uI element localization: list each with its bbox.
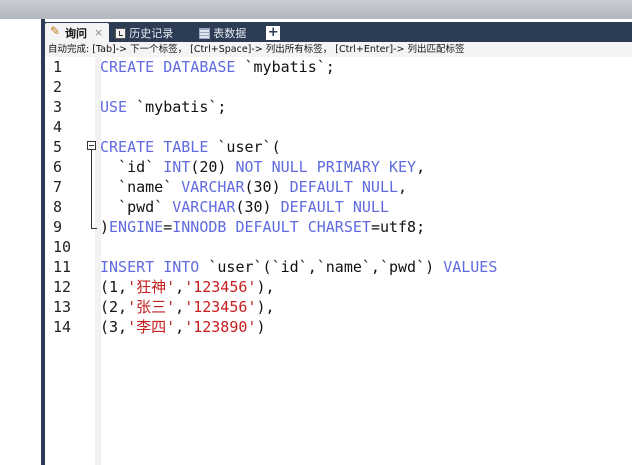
code-line[interactable]: 8 `pwd` VARCHAR(30) DEFAULT NULL [45,197,632,217]
sql-string: '123456' [184,298,257,316]
sql-text: `user`(`id`,`name`,`pwd`) [199,258,444,276]
sql-keyword: INT [163,158,191,176]
sql-keyword: DEFAULT NULL [280,198,389,216]
tab-query-label: 询问 [65,26,87,40]
line-number: 14 [53,318,72,336]
line-number: 2 [53,78,63,96]
sql-keyword: INNODB DEFAULT CHARSET [172,218,371,236]
tab-query[interactable]: 询问 × [45,23,110,42]
code-line[interactable]: 11 INSERT INTO `user`(`id`,`name`,`pwd`) … [45,257,632,277]
code-text: (2,'张三','123456'), [100,297,275,317]
line-number: 3 [53,98,63,116]
sql-text: (2, [100,298,128,316]
code-text: INSERT INTO `user`(`id`,`name`,`pwd`) VA… [100,257,497,277]
sql-string: '狂神' [127,278,176,296]
sql-text: (30) [235,198,281,216]
sql-text: ) [256,318,266,336]
line-number: 7 [53,178,63,196]
sql-string: '张三' [127,298,176,316]
window-chrome [0,0,632,19]
code-text: `id` INT(20) NOT NULL PRIMARY KEY, [100,157,425,177]
code-line[interactable]: 7 `name` VARCHAR(30) DEFAULT NULL, [45,177,632,197]
sql-text: (30) [244,178,290,196]
sql-keyword: CREATE TABLE [100,138,209,156]
code-line[interactable]: 12 (1,'狂神','123456'), [45,277,632,297]
autocomplete-hint: 自动完成: [Tab]-> 下一个标签， [Ctrl+Space]-> 列出所有… [45,42,632,57]
code-text: `pwd` VARCHAR(30) DEFAULT NULL [100,197,389,217]
sql-keyword: VARCHAR [172,198,236,216]
line-number: 4 [53,118,63,136]
code-line[interactable]: 5 CREATE TABLE `user`( [45,137,632,157]
sql-text: =utf8; [370,218,426,236]
sql-text: , [175,278,185,296]
sql-text: (20) [190,158,236,176]
sql-text: , [175,318,185,336]
code-text: USE `mybatis`; [100,97,226,117]
code-line[interactable]: 1 CREATE DATABASE `mybatis`; [45,57,632,77]
line-number: 12 [53,278,72,296]
sql-text: `mybatis`; [127,98,227,116]
sql-text: , [416,158,426,176]
sql-keyword: ENGINE [109,218,164,236]
code-line[interactable]: 3 USE `mybatis`; [45,97,632,117]
sql-keyword: CREATE DATABASE [100,58,236,76]
sql-text: ) [100,218,110,236]
tab-table-data-label: 表数据 [213,27,247,40]
line-number: 10 [53,238,72,256]
tab-history-label: 历史记录 [129,27,174,40]
sql-text: `name` [100,178,182,196]
code-text: `name` VARCHAR(30) DEFAULT NULL, [100,177,407,197]
tab-bar: 询问 × 历史记录 表数据 + [45,22,632,42]
sql-editor[interactable]: 1 CREATE DATABASE `mybatis`; 2 3 USE `mybati… [45,57,632,465]
line-number: 5 [53,138,63,156]
sql-text: , [398,178,408,196]
code-text: CREATE TABLE `user`( [100,137,281,157]
pencil-icon [50,24,62,38]
sql-keyword: VARCHAR [181,178,245,196]
line-number: 9 [53,218,63,236]
sql-string: '123456' [184,278,257,296]
sql-text: (3, [100,318,128,336]
sql-text: ), [256,298,275,316]
sql-keyword: USE [100,98,128,116]
sql-text: (1, [100,278,128,296]
sql-string: '123890' [184,318,257,336]
code-line[interactable]: 10 [45,237,632,257]
sql-text: , [175,298,185,316]
history-icon [115,27,127,39]
tab-table-data[interactable]: 表数据 [193,24,252,42]
code-text: )ENGINE=INNODB DEFAULT CHARSET=utf8; [100,217,425,237]
code-text: (3,'李四','123890') [100,317,265,337]
line-number: 13 [53,298,72,316]
code-line[interactable]: 9)ENGINE=INNODB DEFAULT CHARSET=utf8; [45,217,632,237]
line-number: 11 [53,258,72,276]
tab-history[interactable]: 历史记录 [109,24,179,42]
code-line[interactable]: 14 (3,'李四','123890') [45,317,632,337]
table-icon [199,27,211,39]
sql-text: `user`( [208,138,281,156]
line-number: 6 [53,158,63,176]
code-line[interactable]: 2 [45,77,632,97]
line-number: 8 [53,198,63,216]
sql-string: '李四' [127,318,176,336]
sql-text: `id` [100,158,164,176]
sql-keyword: NOT NULL PRIMARY KEY [235,158,417,176]
line-number: 1 [53,58,63,76]
code-text: CREATE DATABASE `mybatis`; [100,57,335,77]
code-text: (1,'狂神','123456'), [100,277,275,297]
close-icon[interactable]: × [94,26,103,39]
code-line[interactable]: 6 `id` INT(20) NOT NULL PRIMARY KEY, [45,157,632,177]
sql-text: = [163,218,173,236]
sql-text: `pwd` [100,198,173,216]
new-tab-button[interactable]: + [266,26,281,40]
sql-text: `mybatis`; [235,58,335,76]
sql-keyword: DEFAULT NULL [289,178,399,196]
sql-keyword: INSERT INTO [100,258,200,276]
code-line[interactable]: 4 [45,117,632,137]
sql-keyword: VALUES [443,258,498,276]
sql-text: ), [256,278,275,296]
code-line[interactable]: 13 (2,'张三','123456'), [45,297,632,317]
